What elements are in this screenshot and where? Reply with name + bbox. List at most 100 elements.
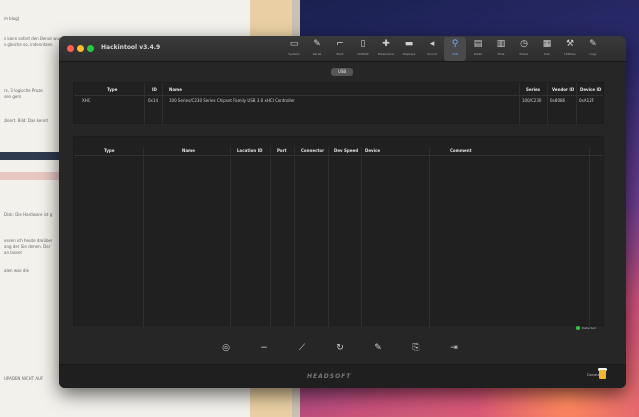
column-header[interactable]: Vendor ID xyxy=(552,87,574,92)
doc-text-line: UPADEN NICHT AUF xyxy=(4,376,44,381)
column-header[interactable]: Port xyxy=(277,148,287,153)
column-divider xyxy=(270,147,271,327)
reset-icon[interactable]: ↻ xyxy=(333,341,347,355)
column-header[interactable]: Location ID xyxy=(237,148,262,153)
table-cell[interactable]: XHC xyxy=(82,98,91,103)
footer: HEADSOFT Donate xyxy=(59,364,626,388)
maximize-button[interactable] xyxy=(87,45,94,52)
status-text: Detected xyxy=(582,326,596,330)
tab-system[interactable]: ▭ System xyxy=(283,37,305,61)
column-header[interactable]: Series xyxy=(526,87,540,92)
minus-icon[interactable]: − xyxy=(257,341,271,355)
tab-label: Logs xyxy=(589,52,597,56)
header-divider xyxy=(74,95,603,96)
usb-subtab[interactable]: USB xyxy=(331,68,353,76)
column-header[interactable]: Connector xyxy=(301,148,324,153)
tab-label: PCIe xyxy=(497,52,505,56)
table-cell[interactable]: 0xA12F xyxy=(579,98,594,103)
tab-extensions[interactable]: ✚ Extensions xyxy=(375,37,397,61)
pencil-icon: ✎ xyxy=(313,39,321,49)
tab-logs[interactable]: ✎ Logs xyxy=(582,37,604,61)
monitor-icon: ▭ xyxy=(289,39,299,49)
refresh-icon[interactable]: ◎ xyxy=(219,341,233,355)
minimize-button[interactable] xyxy=(77,45,84,52)
tab-displays[interactable]: ▬ Displays xyxy=(398,37,420,61)
usb-ports-table: Type Name Location ID Port Connector Dev… xyxy=(73,136,604,327)
column-divider xyxy=(294,147,295,327)
doc-text-line: alen was die xyxy=(4,268,30,273)
tab-label: Extensions xyxy=(377,52,395,56)
doc-text-line: zkiert. Bild: Das kennt xyxy=(4,118,49,123)
column-divider xyxy=(429,147,430,327)
column-divider xyxy=(589,147,590,327)
table-cell[interactable]: 0x8086 xyxy=(550,98,565,103)
doc-text-line: sen gern xyxy=(4,94,22,99)
tab-power[interactable]: ◷ Power xyxy=(513,37,535,61)
table-cell[interactable]: 100/C230 xyxy=(522,98,541,103)
tab-label: Power xyxy=(519,52,529,56)
controllers-table: Type ID Name Series Vendor ID Device ID … xyxy=(73,82,604,125)
column-divider xyxy=(230,147,231,327)
doc-text-line: an lasser xyxy=(4,250,23,255)
tab-label: Calc xyxy=(543,52,551,56)
column-header[interactable]: Device xyxy=(365,148,380,153)
logs-icon: ✎ xyxy=(589,39,597,49)
tab-pcie[interactable]: ▥ PCIe xyxy=(490,37,512,61)
close-button[interactable] xyxy=(67,45,74,52)
disk-icon: ▤ xyxy=(473,39,483,49)
column-header[interactable]: Type xyxy=(104,148,114,153)
column-header[interactable]: Name xyxy=(169,87,182,92)
tab-sound[interactable]: ◂ Sound xyxy=(421,37,443,61)
tab-calc[interactable]: ▦ Calc xyxy=(536,37,558,61)
pcie-icon: ▥ xyxy=(496,39,506,49)
calculator-icon: ▦ xyxy=(542,39,552,49)
column-header[interactable]: Device ID xyxy=(580,87,601,92)
table-cell[interactable]: 100 Series/C230 Series Chipset Family US… xyxy=(169,98,295,103)
tab-label: System xyxy=(288,52,300,56)
hackintool-window: Hackintool v3.4.9 ▭ System ✎ Serial ⌐ Bo… xyxy=(59,36,626,388)
column-header[interactable]: ID xyxy=(152,87,157,92)
tab-label: Disks xyxy=(473,52,482,56)
tab-utilities[interactable]: ⚒ Utilities xyxy=(559,37,581,61)
power-icon: ◷ xyxy=(520,39,528,49)
column-divider xyxy=(361,147,362,327)
beer-icon[interactable] xyxy=(599,370,606,379)
column-divider xyxy=(576,83,577,125)
tab-label: NVRAM xyxy=(357,52,369,56)
edit-icon[interactable]: ✎ xyxy=(371,341,385,355)
usb-icon: ⚲ xyxy=(451,39,459,49)
doc-text-line: Disk: Die Hardware ist g xyxy=(4,212,53,217)
exit-icon[interactable]: ⇥ xyxy=(447,341,461,355)
tab-disks[interactable]: ▤ Disks xyxy=(467,37,489,61)
column-header[interactable]: Comment xyxy=(450,148,472,153)
tab-serial[interactable]: ✎ Serial xyxy=(306,37,328,61)
boot-icon: ⌐ xyxy=(336,39,344,49)
tab-label: Displays xyxy=(402,52,416,56)
display-icon: ▬ xyxy=(404,39,414,49)
table-cell[interactable]: 0x14 xyxy=(148,98,158,103)
titlebar: Hackintool v3.4.9 ▭ System ✎ Serial ⌐ Bo… xyxy=(59,36,626,62)
doc-text-line: m blog) xyxy=(4,16,20,21)
tab-usb[interactable]: ⚲ USB xyxy=(444,37,466,61)
tab-nvram[interactable]: ▯ NVRAM xyxy=(352,37,374,61)
header-divider xyxy=(74,155,603,156)
tab-label: Sound xyxy=(427,52,437,56)
memory-icon: ▯ xyxy=(360,39,366,49)
donate-label[interactable]: Donate xyxy=(587,373,600,377)
doc-text-line: rs, 3 logische Proze xyxy=(4,88,43,93)
column-divider xyxy=(519,83,520,125)
column-divider xyxy=(547,83,548,125)
column-divider xyxy=(143,147,144,327)
export-icon[interactable]: ⎘ xyxy=(409,341,423,355)
tab-label: USB xyxy=(451,52,459,56)
doc-highlight-strip xyxy=(0,172,60,180)
tab-boot[interactable]: ⌐ Boot xyxy=(329,37,351,61)
column-divider xyxy=(162,83,163,125)
puzzle-icon: ✚ xyxy=(382,39,390,49)
column-header[interactable]: Dev Speed xyxy=(334,148,358,153)
tab-label: Boot xyxy=(336,52,344,56)
wrench-icon: ⚒ xyxy=(565,39,575,49)
column-header[interactable]: Name xyxy=(182,148,195,153)
column-header[interactable]: Type xyxy=(107,87,117,92)
broom-icon[interactable]: ⟋ xyxy=(295,341,309,355)
